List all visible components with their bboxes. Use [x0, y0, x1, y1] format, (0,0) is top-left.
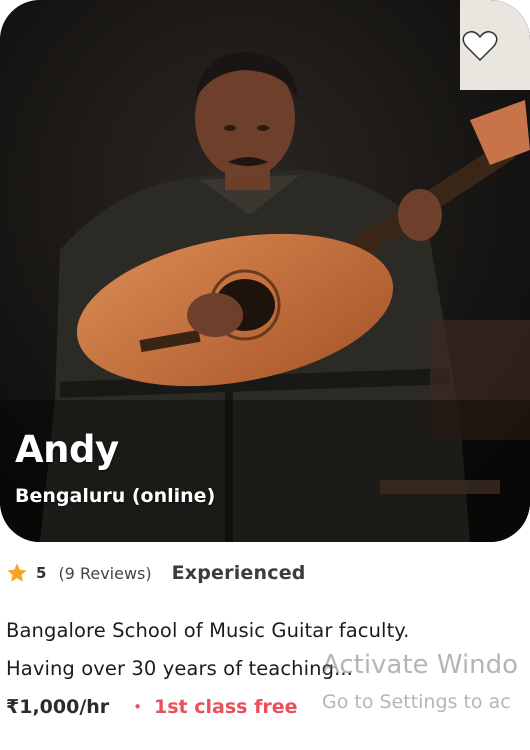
experience-level: Experienced [171, 562, 306, 584]
rating-value: 5 [36, 564, 47, 582]
price: ₹1,000/hr [6, 696, 110, 718]
windows-activation-watermark: Activate Windo [322, 650, 519, 680]
offer-badge: 1st class free [154, 696, 298, 718]
favorite-button[interactable] [462, 30, 502, 70]
star-icon [7, 563, 27, 582]
heart-icon [462, 30, 498, 62]
teacher-location: Bengaluru (online) [15, 485, 216, 507]
rating-row: 5 (9 Reviews) Experienced [6, 562, 306, 584]
teacher-name: Andy [15, 428, 119, 471]
price-row: ₹1,000/hr • 1st class free [6, 696, 297, 718]
windows-activation-subtitle: Go to Settings to ac [322, 691, 511, 713]
review-count[interactable]: (9 Reviews) [58, 564, 151, 583]
offer-separator: • [133, 698, 143, 716]
teacher-photo[interactable]: Andy Bengaluru (online) [0, 0, 530, 542]
description-line: Bangalore School of Music Guitar faculty… [6, 619, 410, 642]
